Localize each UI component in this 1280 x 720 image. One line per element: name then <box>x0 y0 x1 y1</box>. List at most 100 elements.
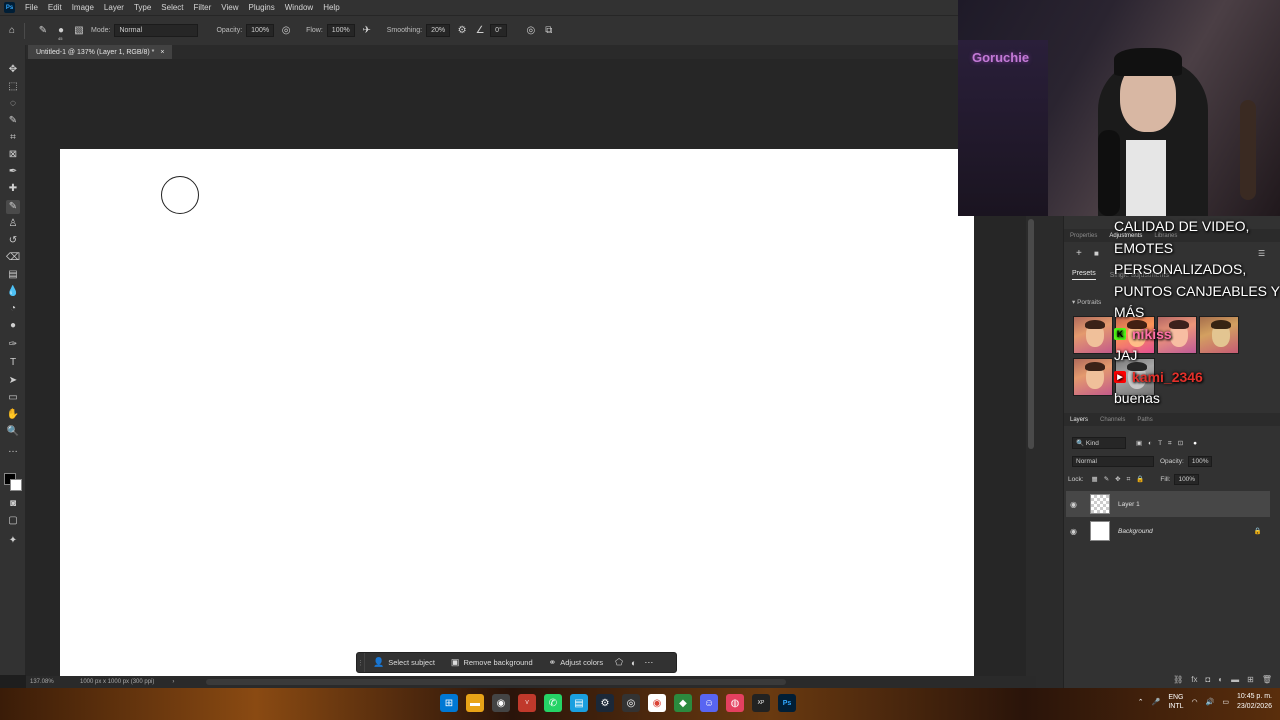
pen-tool-icon[interactable]: ✑ <box>6 338 20 352</box>
menu-select[interactable]: Select <box>156 3 188 12</box>
notes-icon[interactable]: ▤ <box>570 694 588 712</box>
filter-toggle-icon[interactable]: ● <box>1193 440 1197 447</box>
start-icon[interactable]: ⊞ <box>440 694 458 712</box>
app-icon[interactable]: ◆ <box>674 694 692 712</box>
pressure-opacity-icon[interactable]: ◎ <box>280 25 292 37</box>
voicemod-icon[interactable]: V <box>518 694 536 712</box>
xp-pen-icon[interactable]: XP <box>752 694 770 712</box>
blur-tool-icon[interactable]: 💧 <box>6 285 20 299</box>
github-icon[interactable]: ◎ <box>622 694 640 712</box>
hand-tool-icon[interactable]: ✋ <box>6 408 20 422</box>
eraser-tool-icon[interactable]: ⌫ <box>6 251 20 265</box>
document-canvas[interactable] <box>60 149 974 677</box>
move-tool-icon[interactable]: ✥ <box>6 63 20 77</box>
tab-paths[interactable]: Paths <box>1131 417 1158 423</box>
folder-icon[interactable]: ■ <box>1094 249 1099 258</box>
obs-icon[interactable]: ◉ <box>492 694 510 712</box>
brush-tool-icon[interactable]: ✎ <box>6 200 20 214</box>
path-selection-tool-icon[interactable]: ➤ <box>6 374 20 388</box>
layer-opacity-field[interactable]: 100% <box>1187 455 1213 467</box>
wifi-icon[interactable]: ◠ <box>1192 698 1198 706</box>
volume-icon[interactable]: 🔊 <box>1206 698 1215 706</box>
kind-filter-select[interactable]: 🔍 Kind <box>1072 437 1126 449</box>
status-menu-chevron-icon[interactable]: › <box>172 679 174 685</box>
new-layer-icon[interactable]: ⊞ <box>1247 675 1254 684</box>
clone-stamp-tool-icon[interactable]: ♙ <box>6 217 20 231</box>
portraits-group-header[interactable]: ▾ Portraits <box>1072 298 1101 306</box>
quick-selection-tool-icon[interactable]: ✎ <box>6 114 20 128</box>
tab-properties[interactable]: Properties <box>1064 233 1103 239</box>
add-mask-icon[interactable]: ◘ <box>1205 675 1210 684</box>
adjustment-layer-icon[interactable]: ◐ <box>1218 675 1223 684</box>
eye-icon[interactable]: ◉ <box>1070 500 1082 509</box>
close-icon[interactable]: × <box>160 49 164 56</box>
symmetry-icon[interactable]: ⧉ <box>543 25 555 37</box>
link-layers-icon[interactable]: ⛓ <box>1173 675 1183 684</box>
drag-handle-icon[interactable]: ⋮ <box>357 653 365 672</box>
frame-tool-icon[interactable]: ⊠ <box>6 148 20 162</box>
marquee-tool-icon[interactable]: ⬚ <box>6 80 20 94</box>
fx-icon[interactable]: fx <box>1191 675 1197 684</box>
menu-file[interactable]: File <box>20 3 43 12</box>
tray-chevron-icon[interactable]: ⌃ <box>1138 698 1144 706</box>
menu-layer[interactable]: Layer <box>99 3 129 12</box>
menu-help[interactable]: Help <box>318 3 344 12</box>
eye-icon[interactable]: ◉ <box>1070 527 1082 536</box>
dodge-burn-tool-icon[interactable]: ● <box>6 319 20 333</box>
discord-icon[interactable]: ☺ <box>700 694 718 712</box>
opacity-field[interactable]: 100% <box>246 24 275 37</box>
steam-icon[interactable]: ⚙ <box>596 694 614 712</box>
blend-mode-select[interactable]: Normal <box>1072 455 1154 467</box>
brush-tool-icon[interactable]: ✎ <box>37 25 49 37</box>
microphone-icon[interactable]: 🎤 <box>1152 698 1161 706</box>
tab-presets[interactable]: Presets <box>1072 270 1096 280</box>
adjust-colors-button[interactable]: ⚭ Adjust colors <box>541 657 611 668</box>
menu-window[interactable]: Window <box>280 3 318 12</box>
remove-background-button[interactable]: ▣ Remove background <box>443 657 541 668</box>
more-tools-icon[interactable]: … <box>6 443 20 457</box>
menu-view[interactable]: View <box>216 3 243 12</box>
more-options-button[interactable]: ⋯ <box>640 657 657 668</box>
background-color-swatch[interactable] <box>10 479 22 491</box>
layer-filter-icons[interactable]: ▣◐T⌗⊡ <box>1136 439 1189 448</box>
transform-button[interactable]: ⬠ <box>611 657 627 668</box>
healing-brush-tool-icon[interactable]: ✚ <box>6 182 20 196</box>
home-icon[interactable]: ⌂ <box>6 25 18 37</box>
eyedropper-tool-icon[interactable]: ✒ <box>6 165 20 179</box>
history-brush-tool-icon[interactable]: ↺ <box>6 234 20 248</box>
angle-field[interactable]: 0° <box>490 24 507 37</box>
menu-plugins[interactable]: Plugins <box>244 3 280 12</box>
delete-icon[interactable]: 🗑 <box>1262 675 1272 684</box>
tab-channels[interactable]: Channels <box>1094 417 1131 423</box>
file-explorer-icon[interactable]: ▬ <box>466 694 484 712</box>
photoshop-taskbar-icon[interactable]: Ps <box>778 694 796 712</box>
document-tab[interactable]: Untitled-1 @ 137% (Layer 1, RGB/8) * × <box>28 45 173 59</box>
brush-preset-picker-icon[interactable]: ● 45 <box>55 25 67 41</box>
brush-settings-icon[interactable]: ▧ <box>73 25 85 37</box>
add-icon[interactable]: + <box>1076 248 1082 259</box>
mask-button[interactable]: ◐ <box>627 658 640 668</box>
scrollbar-thumb[interactable] <box>1028 219 1034 449</box>
lasso-tool-icon[interactable]: ◌ <box>6 97 20 111</box>
quick-mask-icon[interactable]: ◙ <box>6 497 20 511</box>
zoom-tool-icon[interactable]: 🔍 <box>6 425 20 439</box>
layer-row[interactable]: ◉ Layer 1 <box>1066 491 1270 517</box>
app-icon[interactable]: ◍ <box>726 694 744 712</box>
menu-filter[interactable]: Filter <box>189 3 217 12</box>
flow-field[interactable]: 100% <box>326 24 355 37</box>
screen-mode-icon[interactable]: ▢ <box>6 514 20 528</box>
lock-icons[interactable]: ▦✎✥⌗🔒 <box>1092 475 1151 484</box>
horizontal-scrollbar[interactable] <box>206 679 786 685</box>
whatsapp-icon[interactable]: ✆ <box>544 694 562 712</box>
new-group-icon[interactable]: ▬ <box>1231 675 1239 684</box>
menu-image[interactable]: Image <box>67 3 99 12</box>
chrome-icon[interactable]: ◉ <box>648 694 666 712</box>
menu-type[interactable]: Type <box>129 3 156 12</box>
smoothing-field[interactable]: 20% <box>426 24 451 37</box>
rectangle-tool-icon[interactable]: ▭ <box>6 391 20 405</box>
mode-select[interactable]: Normal <box>114 24 199 37</box>
zoom-level[interactable]: 137.08% <box>30 679 64 685</box>
generative-fill-icon[interactable]: ✦ <box>6 534 20 548</box>
gear-icon[interactable]: ⚙ <box>456 25 468 37</box>
airbrush-icon[interactable]: ✈ <box>361 25 373 37</box>
